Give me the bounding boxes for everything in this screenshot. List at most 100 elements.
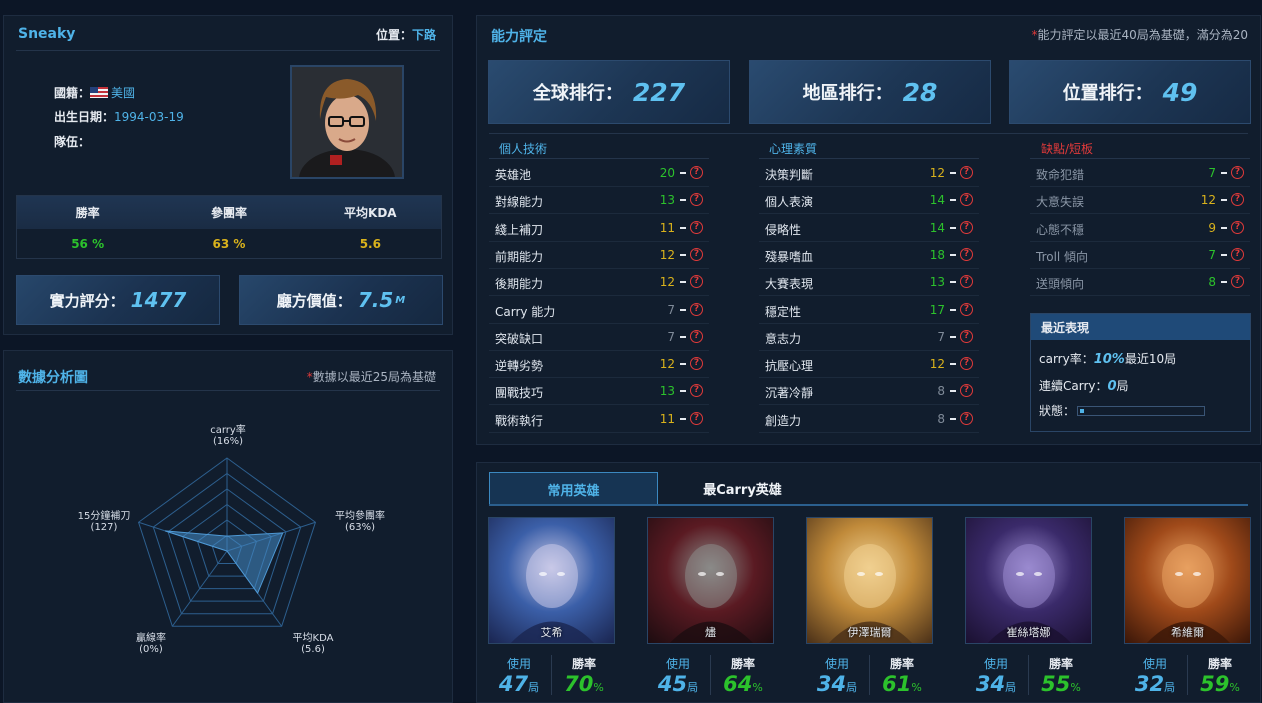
hero-portrait[interactable]: 伊澤瑞爾 [806, 517, 933, 644]
dash-icon [1221, 172, 1227, 174]
help-icon[interactable]: ? [690, 302, 703, 316]
help-icon[interactable]: ? [690, 166, 703, 179]
winrate-value: 59 [1200, 672, 1230, 696]
dash-icon [1221, 199, 1227, 202]
region-rank-card: 地區排行： 28 [749, 60, 991, 124]
winrate-unit: % [1229, 681, 1240, 694]
help-icon[interactable]: ? [960, 411, 973, 425]
dash-icon [680, 199, 686, 202]
radar-label-lane: 贏線率 (0%) [136, 633, 166, 655]
attribute-row: 侵略性 14? [759, 215, 979, 242]
attribute-value: 13 [659, 193, 675, 208]
dash-icon [950, 199, 956, 202]
winrate-value: 64 [723, 672, 753, 696]
attribute-value: 12 [659, 357, 675, 372]
attribute-row: 殘暴嗜血 18? [759, 242, 979, 269]
help-icon[interactable]: ? [960, 166, 973, 179]
help-icon[interactable]: ? [690, 220, 703, 234]
attribute-value: 11 [659, 220, 675, 235]
help-icon[interactable]: ? [960, 193, 973, 207]
attribute-value: 12 [929, 166, 945, 180]
attribute-value: 8 [1208, 275, 1216, 290]
stat-winrate: 56 % [71, 237, 105, 251]
player-stats-table: 勝率 參團率 平均KDA 56 % 63 % 5.6 [16, 195, 442, 259]
hero-portrait[interactable]: 崔絲塔娜 [965, 517, 1092, 644]
attribute-name: 英雄池 [495, 168, 532, 182]
help-icon[interactable]: ? [690, 329, 703, 343]
help-icon[interactable]: ? [690, 384, 703, 398]
attribute-value: 7 [667, 329, 675, 344]
radar-data-area [164, 530, 284, 595]
player-avatar [290, 65, 404, 179]
carry-rate-value: 10% [1093, 352, 1125, 367]
attribute-value: 17 [929, 302, 945, 317]
position-value[interactable]: 下路 [412, 28, 436, 42]
dash-icon [1221, 226, 1227, 229]
help-icon[interactable]: ? [960, 247, 973, 261]
attribute-value: 12 [929, 357, 945, 372]
divider [869, 655, 870, 695]
help-icon[interactable]: ? [1231, 193, 1244, 207]
help-icon[interactable]: ? [1231, 166, 1244, 179]
attribute-value: 8 [937, 384, 945, 399]
radar-label-kda: 平均KDA (5.6) [292, 633, 334, 655]
games-label: 使用 [506, 657, 531, 671]
hero-portrait[interactable]: 希維爾 [1124, 517, 1251, 644]
help-icon[interactable]: ? [690, 193, 703, 207]
stat-header-teamfight: 參團率 [210, 206, 247, 220]
power-label: 實力評分： [49, 291, 125, 310]
attribute-row: 沉著冷靜 8? [759, 378, 979, 406]
attribute-value: 13 [929, 275, 945, 290]
winrate-label: 勝率 [1048, 657, 1073, 671]
help-icon[interactable]: ? [960, 220, 973, 234]
attribute-value: 7 [937, 329, 945, 344]
stat-teamfight: 63 % [212, 237, 246, 251]
hero-games-stat: 使用 34局 [973, 655, 1019, 696]
weakness-title: 缺點/短板 [1041, 142, 1094, 156]
hero-winrate-stat: 勝率 55% [1035, 655, 1087, 696]
attribute-value: 7 [1208, 247, 1216, 262]
dash-icon [950, 308, 956, 311]
help-icon[interactable]: ? [1231, 220, 1244, 234]
state-row: 狀態： [1039, 402, 1206, 419]
attribute-name: 前期能力 [495, 249, 544, 264]
help-icon[interactable]: ? [960, 357, 973, 371]
help-icon[interactable]: ? [690, 247, 703, 261]
help-icon[interactable]: ? [690, 357, 703, 371]
attribute-value: 8 [937, 411, 945, 426]
attribute-row: 穩定性 17? [759, 297, 979, 324]
dash-icon [1221, 281, 1227, 284]
tab-common-heroes[interactable]: 常用英雄 [489, 472, 658, 505]
help-icon[interactable]: ? [690, 275, 703, 289]
attribute-row: 大賽表現 13? [759, 269, 979, 297]
hero-portrait[interactable]: 燼 [647, 517, 774, 644]
help-icon[interactable]: ? [960, 302, 973, 316]
attribute-row: 對線能力 13? [489, 187, 709, 215]
winrate-label: 勝率 [1207, 657, 1232, 671]
attribute-value: 11 [659, 411, 675, 426]
help-icon[interactable]: ? [1231, 247, 1244, 261]
attribute-name: Carry 能力 [495, 304, 556, 319]
attribute-value: 7 [1208, 166, 1216, 180]
attribute-value: 9 [1208, 220, 1216, 235]
hero-portrait[interactable]: 艾希 [488, 517, 615, 644]
worth-label: 廳方價值： [276, 291, 352, 310]
help-icon[interactable]: ? [960, 275, 973, 289]
ability-note: *能力評定以最近40局為基礎，滿分為20 [1031, 28, 1248, 42]
games-value: 34 [975, 672, 1006, 696]
hero-games-stat: 使用 45局 [655, 655, 701, 696]
winrate-label: 勝率 [889, 657, 914, 671]
help-icon[interactable]: ? [690, 411, 703, 425]
help-icon[interactable]: ? [960, 329, 973, 343]
attribute-name: 心態不穩 [1036, 222, 1085, 237]
attribute-name: 沉著冷靜 [765, 386, 814, 401]
attribute-value: 7 [667, 302, 675, 317]
attribute-name: 侵略性 [765, 222, 802, 237]
tab-top-carry-heroes[interactable]: 最Carry英雄 [658, 472, 827, 505]
hero-winrate-stat: 勝率 64% [717, 655, 769, 696]
power-score-card: 實力評分： 1477 [16, 275, 220, 325]
attribute-name: 大意失誤 [1036, 195, 1085, 210]
divider [489, 158, 709, 159]
help-icon[interactable]: ? [1231, 275, 1244, 289]
help-icon[interactable]: ? [960, 384, 973, 398]
